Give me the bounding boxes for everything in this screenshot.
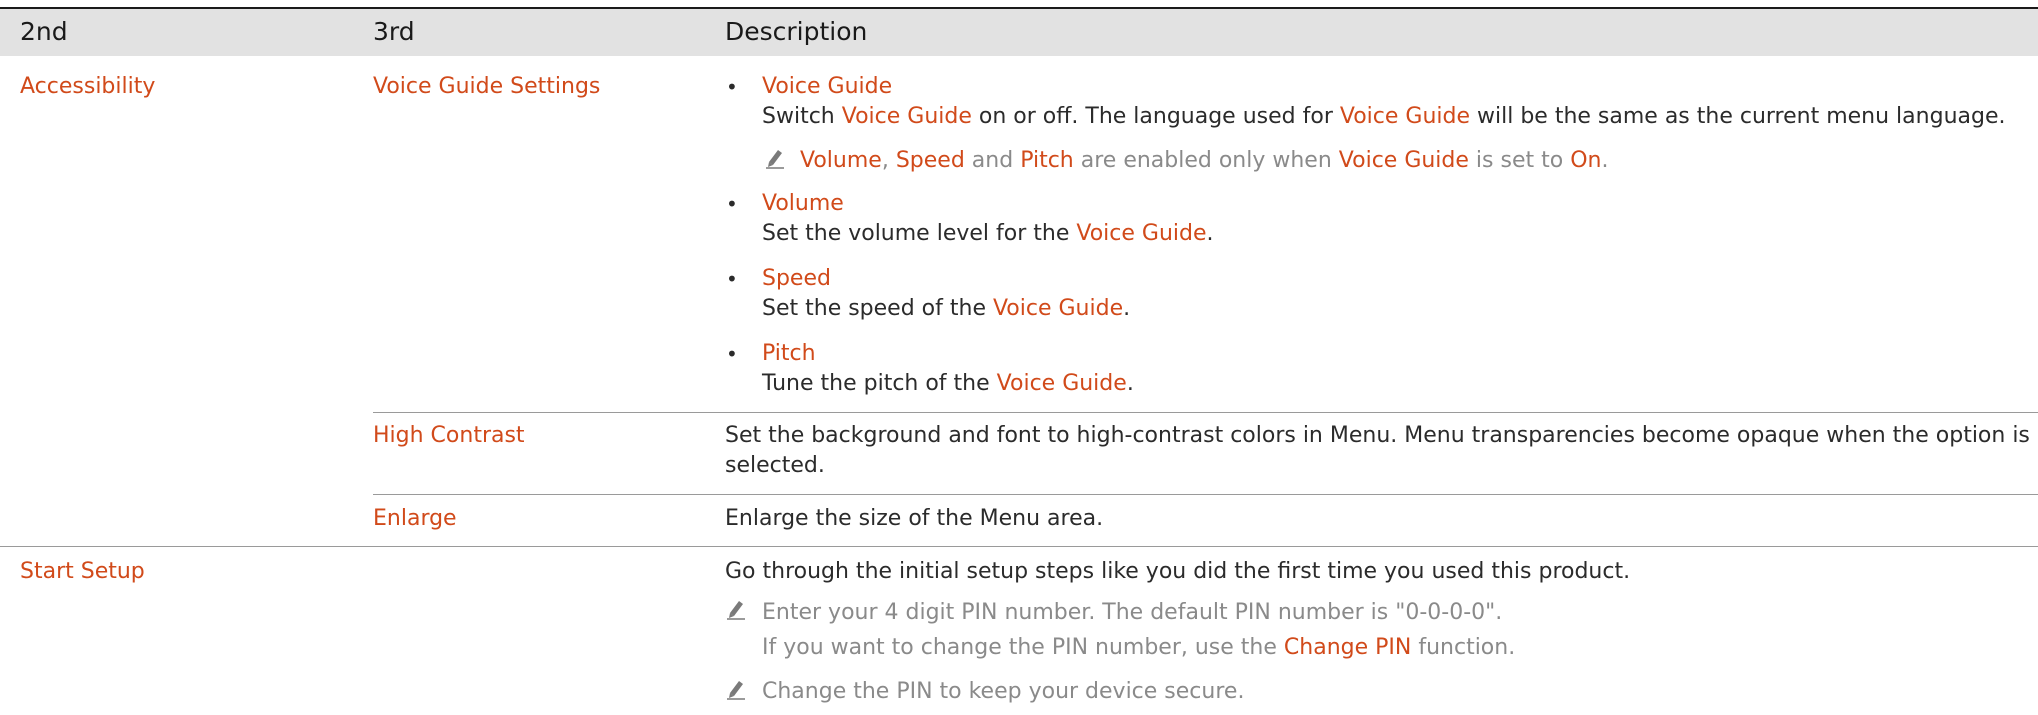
menu-voice-guide-settings[interactable]: Voice Guide Settings: [373, 73, 600, 101]
menu-high-contrast[interactable]: High Contrast: [373, 422, 525, 450]
row-divider: [0, 546, 2038, 547]
pencil-icon: [766, 150, 784, 169]
menu-accessibility[interactable]: Accessibility: [20, 73, 155, 101]
header-2nd: 2nd: [20, 17, 68, 46]
pencil-icon: [727, 601, 745, 620]
item-title-volume: Volume: [762, 191, 844, 216]
item-title-speed: Speed: [762, 266, 831, 291]
bullet: •: [726, 192, 738, 216]
note-pin-default: Enter your 4 digit PIN number. The defau…: [762, 600, 1503, 625]
note-change-pin: If you want to change the PIN number, us…: [762, 635, 1516, 660]
menu-enlarge[interactable]: Enlarge: [373, 505, 457, 533]
item-desc-voice-guide: Switch Voice Guide on or off. The langua…: [762, 104, 2006, 129]
item-desc-speed: Set the speed of the Voice Guide.: [762, 296, 1131, 321]
header-3rd: 3rd: [373, 17, 415, 46]
row-divider: [373, 494, 2038, 495]
bullet: •: [726, 342, 738, 366]
pencil-icon: [727, 681, 745, 700]
bullet: •: [726, 75, 738, 99]
bullet: •: [726, 267, 738, 291]
note-pin-secure: Change the PIN to keep your device secur…: [762, 679, 1245, 704]
item-title-voice-guide: Voice Guide: [762, 74, 893, 99]
start-setup-desc: Go through the initial setup steps like …: [725, 559, 1631, 584]
header-description: Description: [725, 17, 868, 46]
item-desc-pitch: Tune the pitch of the Voice Guide.: [762, 371, 1134, 396]
high-contrast-desc-line1: Set the background and font to high-cont…: [725, 423, 2030, 448]
settings-table: 2nd 3rd Description Accessibility Voice …: [0, 0, 2038, 715]
item-title-pitch: Pitch: [762, 341, 816, 366]
high-contrast-desc-line2: selected.: [725, 453, 825, 478]
item-desc-volume: Set the volume level for the Voice Guide…: [762, 221, 1214, 246]
table-header: 2nd 3rd Description: [0, 7, 2038, 56]
row-divider: [373, 412, 2038, 413]
enlarge-desc: Enlarge the size of the Menu area.: [725, 506, 1104, 531]
note-voice-guide: Volume, Speed and Pitch are enabled only…: [800, 148, 1609, 173]
menu-start-setup[interactable]: Start Setup: [20, 558, 145, 586]
